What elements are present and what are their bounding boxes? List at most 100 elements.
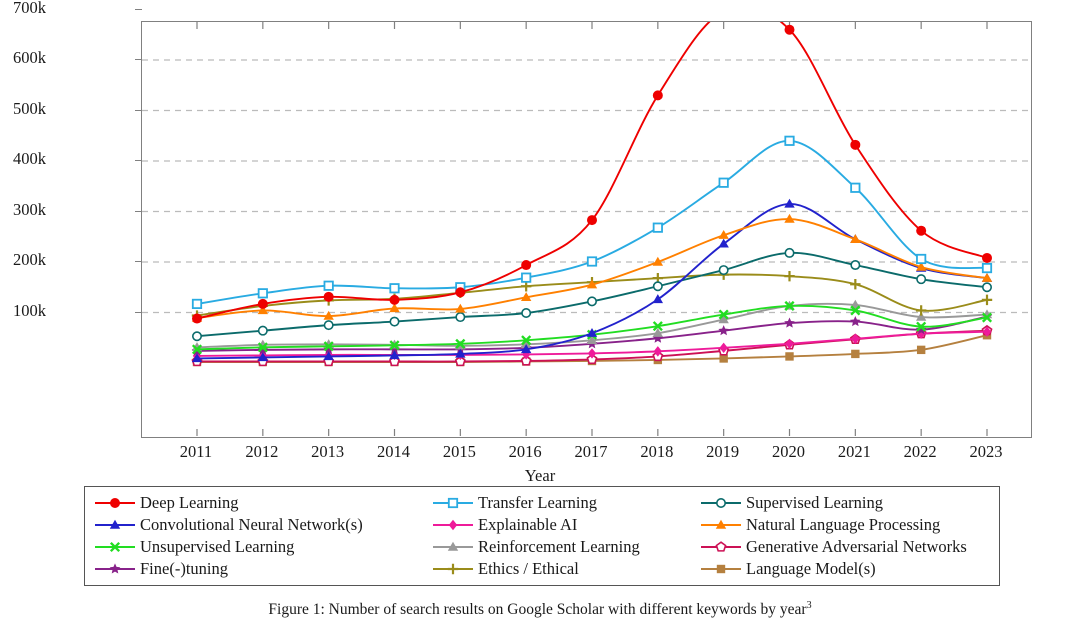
x-tick-label: 2019 (706, 442, 740, 461)
series-data-point (916, 345, 926, 355)
series-data-point (784, 270, 795, 282)
series-data-point (916, 274, 927, 285)
x-tick-label: 2018 (640, 442, 674, 461)
x-tick-label: 2014 (377, 442, 410, 461)
series-data-point (587, 215, 597, 226)
series-data-point (323, 291, 334, 302)
x-tick-label: 2012 (245, 442, 279, 461)
legend-swatch (433, 541, 473, 551)
series-data-point (652, 90, 663, 101)
series-data-point (323, 320, 334, 331)
legend-item[interactable]: Fine(-)tuning (93, 560, 431, 578)
caption-text: Figure 1: Number of search results on Go… (268, 601, 807, 619)
legend-label: Unsupervised Learning (140, 536, 295, 556)
legend-label: Ethics / Ethical (478, 558, 579, 578)
legend-label: Supervised Learning (746, 492, 884, 512)
legend-label: Reinforcement Learning (478, 536, 640, 556)
series-data-point (652, 222, 663, 233)
x-tick-label: 2016 (508, 442, 542, 461)
legend-swatch (433, 563, 473, 575)
y-tick-mark (135, 8, 142, 10)
series-data-point (981, 262, 993, 274)
series-data-point (455, 287, 466, 298)
series-data-point (718, 265, 729, 276)
x-tick-label: 2011 (179, 442, 213, 461)
legend-item[interactable]: Explainable AI (431, 516, 699, 534)
legend-item[interactable]: Unsupervised Learning (93, 538, 431, 556)
legend-label: Language Model(s) (746, 558, 876, 578)
series-data-point (850, 315, 861, 327)
legend-item[interactable]: Generative Adversarial Networks (699, 538, 993, 556)
y-tick-mark (135, 160, 142, 161)
y-tick-label: 200k (13, 250, 46, 269)
figure-container: Number of search results 100k200k300k400… (0, 0, 1080, 633)
series-data-point (915, 305, 927, 316)
series-data-point (916, 225, 927, 236)
series-data-point (784, 135, 795, 146)
series-line (196, 22, 988, 320)
y-tick-mark (135, 311, 142, 313)
chart-legend: Deep Learning Transfer Learning Supervised… (84, 486, 1000, 586)
series-data-point (652, 281, 663, 292)
series-data-point (455, 312, 466, 323)
series-data-point (586, 296, 597, 307)
series-data-point (784, 24, 795, 35)
y-tick-mark (135, 59, 142, 60)
legend-item[interactable]: Natural Language Processing (699, 516, 993, 534)
legend-item[interactable]: Convolutional Neural Network(s) (93, 516, 431, 534)
series-data-point (718, 325, 729, 336)
y-tick-label: 700k (13, 0, 46, 17)
chart-svg (142, 22, 1030, 436)
x-tick-label: 2020 (772, 442, 805, 461)
legend-grid: Deep Learning Transfer Learning Supervised… (93, 492, 993, 580)
series-data-point (850, 279, 861, 290)
series-data-point (323, 280, 334, 291)
legend-label: Natural Language Processing (746, 514, 941, 534)
legend-item[interactable]: Deep Learning (93, 494, 431, 512)
x-tick-label: 2013 (311, 442, 345, 461)
series-data-point (981, 294, 993, 306)
legend-swatch (701, 541, 741, 552)
legend-swatch (701, 519, 741, 529)
series-data-point (191, 331, 202, 342)
y-tick-label: 300k (13, 199, 46, 219)
series-data-point (916, 253, 927, 265)
series-data-point (389, 294, 400, 305)
legend-item[interactable]: Reinforcement Learning (431, 538, 699, 556)
legend-swatch (95, 519, 135, 529)
legend-label: Fine(-)tuning (140, 558, 228, 578)
legend-swatch (701, 564, 741, 574)
series-data-point (521, 272, 532, 283)
legend-item[interactable]: Language Model(s) (699, 560, 993, 578)
series-data-point (784, 317, 795, 328)
legend-label: Transfer Learning (478, 492, 597, 512)
caption-footnote-marker: 3 (806, 600, 812, 611)
legend-swatch (95, 541, 135, 553)
series-data-point (784, 247, 795, 258)
series-data-point (850, 182, 861, 193)
y-tick-mark (135, 210, 142, 212)
legend-item[interactable]: Transfer Learning (431, 494, 699, 512)
series-data-point (851, 349, 860, 359)
y-tick-label: 600k (13, 48, 46, 67)
series-data-point (389, 316, 400, 327)
series-data-point (652, 294, 664, 304)
series-data-point (981, 282, 992, 293)
y-tick-mark (135, 261, 142, 262)
series-data-point (850, 260, 861, 271)
legend-swatch (95, 498, 135, 508)
legend-item[interactable]: Supervised Learning (699, 494, 993, 512)
series-data-point (191, 298, 203, 310)
series-data-point (850, 139, 861, 150)
legend-swatch (95, 563, 135, 574)
x-tick-label: 2015 (442, 442, 476, 461)
y-tick-label: 100k (13, 300, 46, 320)
series-data-point (521, 260, 532, 271)
y-tick-mark (135, 109, 142, 111)
series-data-point (982, 252, 992, 263)
legend-label: Generative Adversarial Networks (746, 536, 967, 556)
legend-item[interactable]: Ethics / Ethical (431, 560, 699, 578)
series-data-point (521, 308, 532, 319)
x-tick-label: 2022 (903, 442, 937, 461)
series-data-point (586, 256, 598, 267)
